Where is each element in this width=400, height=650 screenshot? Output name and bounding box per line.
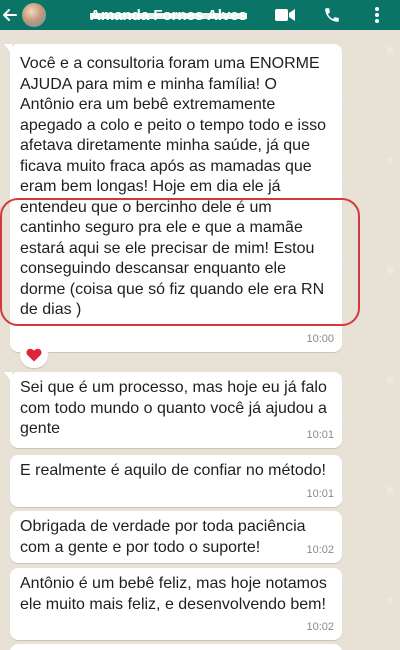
message-text: Você e a consultoria foram uma ENORME AJ… [20, 55, 326, 318]
message-time: 10:01 [306, 428, 334, 441]
message-text: E realmente é aquilo de confiar no métod… [20, 462, 326, 479]
header-actions [274, 0, 400, 30]
phone-icon[interactable] [322, 0, 342, 30]
contact-name[interactable]: Amanda Fornes Alves [90, 7, 247, 24]
message-bubble[interactable]: Você e a consultoria foram uma ENORME AJ… [4, 44, 342, 352]
avatar[interactable] [22, 3, 46, 27]
kebab-menu-icon[interactable] [372, 0, 382, 30]
video-call-icon[interactable] [274, 0, 296, 30]
message-bubble[interactable]: Sei que é um processo, mas hoje eu já fa… [4, 372, 342, 448]
message-time: 10:00 [306, 332, 334, 345]
chat-header: Amanda Fornes Alves [0, 0, 400, 30]
message-text: Obrigada de verdade por toda paciência c… [20, 518, 306, 556]
message-text: Sei que é um processo, mas hoje eu já fa… [20, 379, 327, 437]
message-bubble[interactable]: Antônio é um bebê feliz, mas hoje notamo… [10, 568, 342, 640]
heart-reaction[interactable] [20, 342, 48, 368]
message-bubble[interactable]: Obrigada de verdade por toda paciência c… [10, 511, 342, 563]
message-bubble-partial[interactable] [10, 644, 342, 650]
message-bubble[interactable]: E realmente é aquilo de confiar no métod… [10, 455, 342, 507]
arrow-left-icon[interactable] [0, 0, 20, 30]
bubble-tail [4, 372, 12, 382]
message-time: 10:01 [306, 487, 334, 500]
message-time: 10:02 [306, 543, 334, 556]
bubble-tail [4, 44, 12, 54]
heart-icon [26, 348, 42, 362]
message-time: 10:02 [306, 620, 334, 633]
message-text: Antônio é um bebê feliz, mas hoje notamo… [20, 575, 327, 613]
